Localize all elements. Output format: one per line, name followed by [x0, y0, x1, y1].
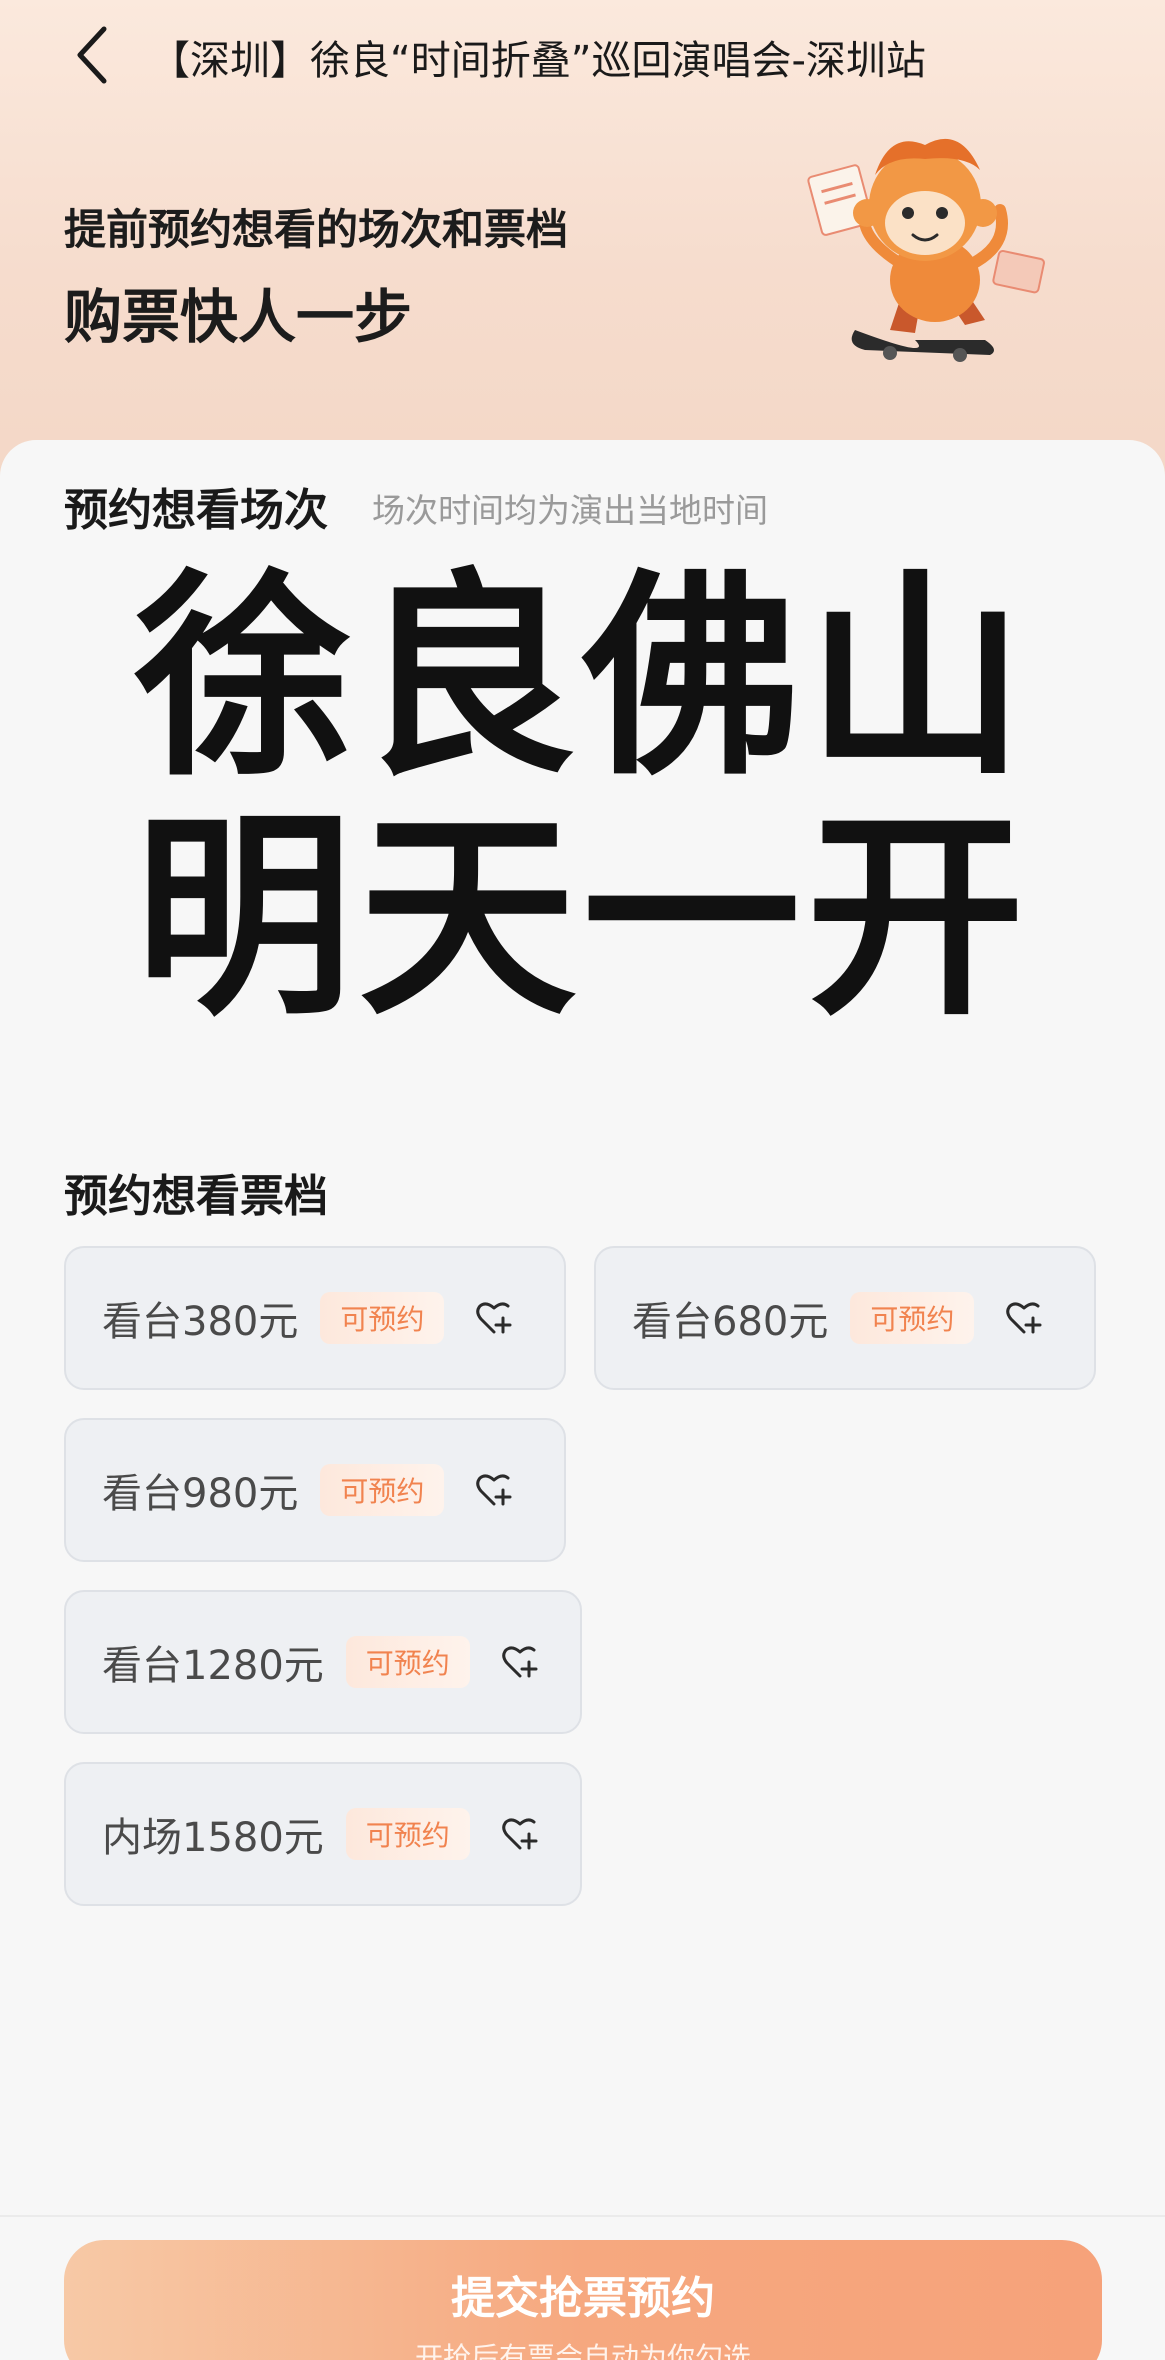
heart-plus-icon[interactable] — [500, 1814, 540, 1854]
overlay-caption-line2: 明天一开 — [134, 792, 1031, 1045]
top-nav-bar: 【深圳】徐良“时间折叠”巡回演唱会-深圳站 — [0, 0, 1165, 110]
session-timezone-note: 场次时间均为演出当地时间 — [372, 491, 768, 530]
session-section-title: 预约想看场次 — [64, 485, 328, 536]
ticket-tier-label: 看台380元 — [102, 1299, 299, 1345]
submit-button-label: 提交抢票预约 — [451, 2273, 715, 2324]
bottom-bar-divider — [0, 2215, 1165, 2217]
reservable-badge: 可预约 — [850, 1292, 975, 1344]
ticket-tier-label: 看台980元 — [102, 1471, 299, 1517]
chevron-left-icon — [77, 26, 107, 84]
heart-plus-icon[interactable] — [474, 1470, 514, 1510]
page-title: 【深圳】徐良“时间折叠”巡回演唱会-深圳站 — [150, 38, 926, 84]
reservable-badge: 可预约 — [345, 1636, 470, 1688]
mascot-illustration — [807, 138, 1045, 362]
heart-plus-icon[interactable] — [500, 1642, 540, 1682]
reservable-badge: 可预约 — [320, 1464, 445, 1516]
reservable-badge: 可预约 — [320, 1292, 445, 1344]
ticket-tier-card[interactable]: 看台680元 可预约 — [594, 1246, 1096, 1390]
heart-plus-icon[interactable] — [1004, 1298, 1044, 1338]
ticket-tier-label: 内场1580元 — [102, 1815, 324, 1861]
overlay-caption-line1: 徐良佛山 — [134, 552, 1031, 805]
promo-headline: 提前预约想看的场次和票档 — [64, 205, 569, 254]
ticket-tier-label: 看台1280元 — [102, 1643, 324, 1689]
ticket-tier-card[interactable]: 内场1580元 可预约 — [64, 1762, 582, 1906]
ticket-tier-card[interactable]: 看台980元 可预约 — [64, 1418, 566, 1562]
submit-reservation-button[interactable]: 提交抢票预约 开抢后有票会自动为你勾选 — [64, 2240, 1102, 2360]
submit-button-sublabel: 开抢后有票会自动为你勾选 — [414, 2341, 751, 2360]
back-button[interactable] — [62, 22, 122, 88]
ticket-tier-card[interactable]: 看台380元 可预约 — [64, 1246, 566, 1390]
ticket-tier-label: 看台680元 — [632, 1299, 829, 1345]
reservable-badge: 可预约 — [345, 1808, 470, 1860]
heart-plus-icon[interactable] — [474, 1298, 514, 1338]
tier-section-title: 预约想看票档 — [64, 1171, 328, 1222]
promo-subheadline: 购票快人一步 — [64, 283, 413, 351]
ticket-tier-card[interactable]: 看台1280元 可预约 — [64, 1590, 582, 1734]
